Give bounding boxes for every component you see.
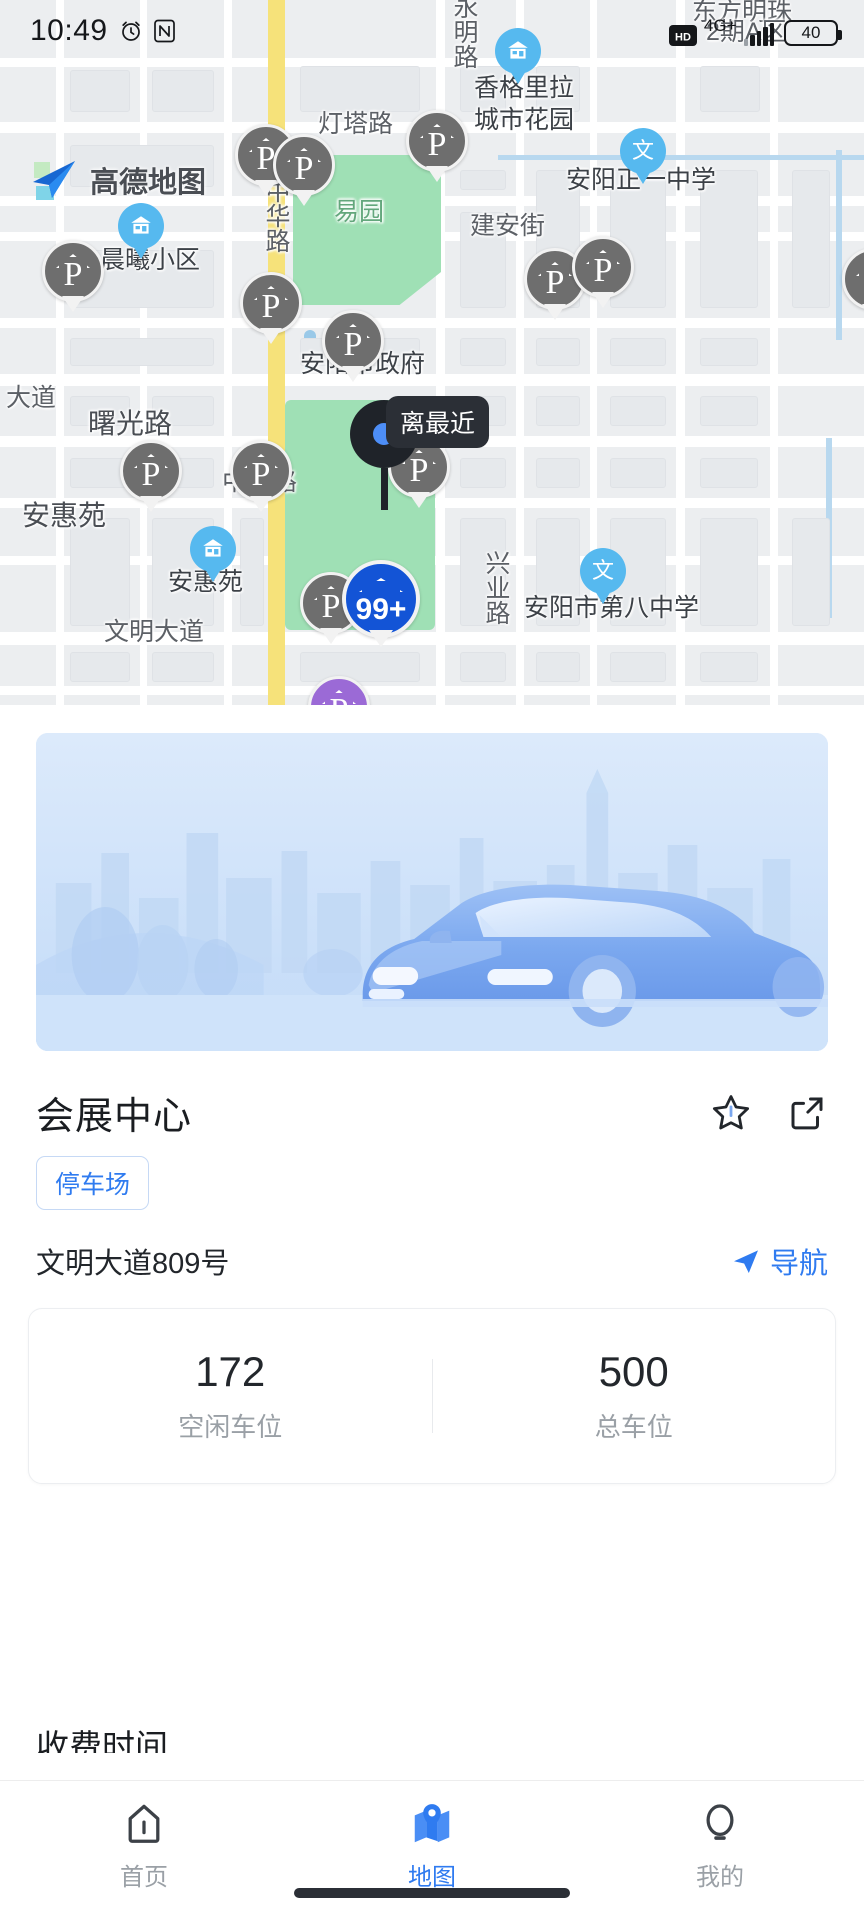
title-action-group bbox=[710, 1092, 828, 1134]
map-label-xingye-road: 兴业路 bbox=[482, 550, 510, 625]
status-right: HD 4G+ 40 bbox=[668, 15, 842, 46]
signal-strength-icon bbox=[743, 22, 774, 46]
place-detail-sheet: 会展中心 停车场 文明大道809号 导航 172 空闲车位 500 总车位 收费… bbox=[0, 705, 864, 1780]
parking-marker[interactable]: P bbox=[240, 272, 302, 334]
parking-marker-glyph: P bbox=[251, 456, 271, 493]
svg-text:HD: HD bbox=[675, 31, 691, 43]
map-label-anhuiyuan: 安惠苑 bbox=[22, 500, 107, 531]
address-text: 文明大道809号 bbox=[36, 1248, 230, 1280]
map-label-jianan-street: 建安街 bbox=[470, 212, 546, 240]
map-label-shuguang-road: 曙光路 bbox=[88, 408, 173, 439]
map-label-avenue: 大道 bbox=[6, 384, 57, 412]
map-canvas[interactable]: 10:49 HD 4G+ 40 高德地图 永明路 东方明珠 2期A区 灯塔路 香… bbox=[0, 0, 864, 705]
alarm-clock-icon bbox=[121, 21, 140, 41]
nav-item-profile[interactable]: 我的 bbox=[576, 1801, 864, 1892]
parking-marker[interactable]: P bbox=[273, 134, 335, 196]
parking-roof-icon bbox=[359, 578, 403, 592]
parking-marker[interactable]: P bbox=[572, 236, 634, 298]
parking-marker-glyph: P bbox=[593, 252, 613, 289]
parking-marker-glyph: P bbox=[256, 140, 276, 177]
total-spaces-value: 500 bbox=[598, 1348, 669, 1396]
navigate-button[interactable]: 导航 bbox=[730, 1240, 828, 1282]
battery-icon: 40 bbox=[784, 19, 842, 46]
star-outline-icon[interactable] bbox=[710, 1092, 752, 1134]
free-spaces-label: 空闲车位 bbox=[178, 1411, 283, 1442]
selected-marker-tooltip: 离最近 bbox=[386, 396, 490, 448]
parking-marker-glyph: P bbox=[545, 264, 565, 301]
app-root: 10:49 HD 4G+ 40 高德地图 永明路 东方明珠 2期A区 灯塔路 香… bbox=[0, 0, 864, 1920]
map-label-dengta-road: 灯塔路 bbox=[318, 110, 394, 138]
parking-marker[interactable]: P bbox=[406, 110, 468, 172]
stat-free-spaces: 172 空闲车位 bbox=[29, 1348, 432, 1443]
place-title-row: 会展中心 bbox=[36, 1085, 828, 1140]
building-icon bbox=[203, 539, 223, 557]
hero-illustration bbox=[36, 733, 828, 1051]
nav-item-map[interactable]: 地图 bbox=[288, 1801, 576, 1892]
tag-row: 停车场 bbox=[36, 1156, 828, 1210]
status-time: 10:49 bbox=[30, 14, 108, 47]
map-base-layer bbox=[0, 0, 864, 705]
map-label-yiyuan-park: 易园 bbox=[334, 198, 385, 226]
parking-marker-glyph: P bbox=[427, 126, 447, 163]
bottom-navigation-bar: 首页 地图 我的 bbox=[0, 1780, 864, 1920]
map-label-city-garden: 城市花园 bbox=[474, 106, 575, 134]
building-icon bbox=[131, 216, 151, 234]
amap-brand-label: 高德地图 bbox=[90, 167, 207, 199]
share-external-icon[interactable] bbox=[786, 1092, 828, 1134]
nfc-icon bbox=[153, 19, 175, 43]
poi-pin-chenxi[interactable] bbox=[118, 203, 164, 249]
poi-pin-anhuiyuan[interactable] bbox=[190, 526, 236, 572]
parking-marker-glyph: P bbox=[294, 150, 314, 187]
free-spaces-value: 172 bbox=[195, 1348, 266, 1396]
home-icon bbox=[128, 1804, 160, 1843]
amap-logo: 高德地图 bbox=[30, 158, 206, 202]
parking-marker[interactable]: P bbox=[42, 240, 104, 302]
parking-marker[interactable]: P bbox=[120, 440, 182, 502]
status-bar: 10:49 HD 4G+ 40 bbox=[0, 0, 864, 62]
school-pin-zhengyi[interactable]: 文 bbox=[620, 128, 666, 174]
page-title: 会展中心 bbox=[36, 1096, 193, 1138]
parking-cluster-marker[interactable]: 99+ bbox=[342, 560, 420, 638]
nav-item-map-label: 地图 bbox=[408, 1864, 456, 1891]
school-marker-glyph: 文 bbox=[631, 138, 654, 163]
nav-item-home-label: 首页 bbox=[120, 1864, 168, 1891]
total-spaces-label: 总车位 bbox=[594, 1411, 673, 1442]
parking-marker[interactable]: P bbox=[230, 440, 292, 502]
hero-car-illustration-svg bbox=[36, 733, 828, 1051]
network-type-label: 4G+ bbox=[703, 15, 737, 35]
parking-stats-card: 172 空闲车位 500 总车位 bbox=[28, 1308, 836, 1484]
school-pin-no8[interactable]: 文 bbox=[580, 548, 626, 594]
battery-level-label: 40 bbox=[801, 22, 821, 42]
school-marker-glyph: 文 bbox=[591, 558, 614, 583]
cluster-count-label: 99+ bbox=[355, 593, 407, 626]
parking-marker-glyph: P bbox=[330, 694, 349, 706]
status-badge: 停车场 bbox=[36, 1156, 150, 1210]
hd-icon: HD bbox=[668, 24, 697, 46]
next-section-title: 收费时间 bbox=[36, 1728, 168, 1753]
stat-total-spaces: 500 总车位 bbox=[433, 1348, 836, 1443]
map-label-wenming-avenue: 文明大道 bbox=[104, 618, 205, 646]
map-pin-icon bbox=[414, 1804, 450, 1843]
parking-marker-glyph: P bbox=[321, 588, 341, 625]
navigation-arrow-icon bbox=[733, 1250, 758, 1273]
nav-item-home[interactable]: 首页 bbox=[0, 1801, 288, 1892]
parking-marker-glyph: P bbox=[261, 288, 281, 325]
home-indicator bbox=[294, 1888, 570, 1898]
person-icon bbox=[706, 1804, 734, 1840]
map-label-no8-middle-school: 安阳市第八中学 bbox=[524, 594, 700, 622]
navigate-button-label: 导航 bbox=[769, 1248, 828, 1280]
parking-marker-glyph: P bbox=[141, 456, 161, 493]
parking-marker[interactable]: P bbox=[322, 310, 384, 372]
selected-pin-stem bbox=[380, 468, 388, 510]
address-row: 文明大道809号 导航 bbox=[36, 1240, 828, 1282]
amap-arrow-logo-icon bbox=[33, 161, 75, 200]
parking-marker-glyph: P bbox=[63, 256, 83, 293]
status-left: 10:49 bbox=[30, 14, 175, 48]
nav-item-profile-label: 我的 bbox=[696, 1864, 744, 1891]
parking-marker-glyph: P bbox=[343, 326, 363, 363]
